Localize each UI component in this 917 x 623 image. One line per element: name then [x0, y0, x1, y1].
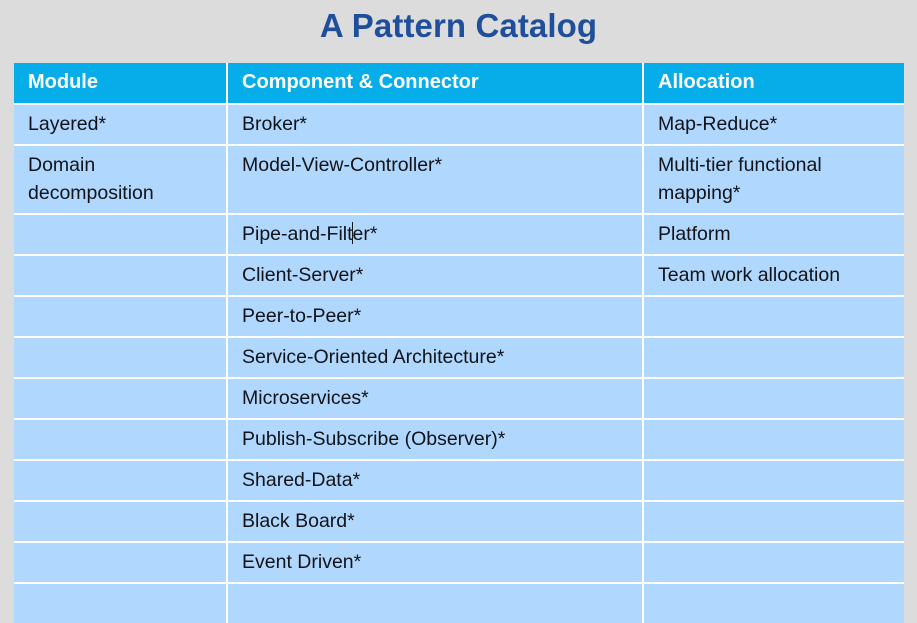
pattern-catalog-table: Module Component & Connector Allocation … — [14, 63, 904, 623]
table-row: Pipe-and-Filter* Platform — [14, 215, 904, 256]
table-cell-cc[interactable] — [228, 584, 644, 623]
table-cell-module[interactable]: Layered* — [14, 105, 228, 146]
cell-label: Layered* — [28, 113, 107, 135]
table-cell-module[interactable] — [14, 215, 228, 256]
cell-empty — [28, 589, 218, 617]
table-cell-allocation[interactable] — [644, 584, 904, 623]
cell-label: Team work allocation — [658, 264, 841, 286]
table-cell-allocation[interactable] — [644, 543, 904, 584]
table-cell-allocation[interactable] — [644, 420, 904, 461]
header-row: Module Component & Connector Allocation — [14, 63, 904, 105]
table-row: Black Board* — [14, 502, 904, 543]
cell-label: Pipe-and-Filter* — [242, 222, 378, 245]
table-cell-cc[interactable]: Shared-Data* — [228, 461, 644, 502]
cell-label: Service-Oriented Architecture* — [242, 346, 505, 368]
cell-label: Peer-to-Peer* — [242, 305, 362, 327]
table-cell-allocation[interactable]: Team work allocation — [644, 256, 904, 297]
table-cell-cc[interactable]: Event Driven* — [228, 543, 644, 584]
text-cursor-icon — [352, 222, 354, 244]
table-cell-allocation[interactable]: Multi-tier functional mapping* — [644, 146, 904, 215]
table-cell-cc[interactable]: Broker* — [228, 105, 644, 146]
table-cell-cc[interactable]: Black Board* — [228, 502, 644, 543]
column-header-component-connector[interactable]: Component & Connector — [228, 63, 644, 105]
cell-label: Publish-Subscribe (Observer)* — [242, 428, 506, 450]
cell-empty — [28, 466, 218, 494]
table-cell-cc[interactable]: Service-Oriented Architecture* — [228, 338, 644, 379]
cell-label: Microservices* — [242, 387, 369, 409]
cell-empty — [658, 466, 896, 494]
table-cell-cc[interactable]: Publish-Subscribe (Observer)* — [228, 420, 644, 461]
cell-empty — [658, 302, 896, 330]
cell-label: Domain decomposition — [28, 154, 154, 204]
table-row: Shared-Data* — [14, 461, 904, 502]
cell-empty — [658, 384, 896, 412]
table-cell-allocation[interactable] — [644, 379, 904, 420]
table-cell-allocation[interactable]: Platform — [644, 215, 904, 256]
table-row: Publish-Subscribe (Observer)* — [14, 420, 904, 461]
cell-empty — [658, 589, 896, 617]
cell-empty — [28, 343, 218, 371]
table-cell-cc[interactable]: Client-Server* — [228, 256, 644, 297]
cell-empty — [28, 220, 218, 248]
cell-label: Shared-Data* — [242, 469, 361, 491]
column-header-module[interactable]: Module — [14, 63, 228, 105]
cell-label: Platform — [658, 223, 731, 245]
table-cell-module[interactable] — [14, 502, 228, 543]
cell-label: Multi-tier functional mapping* — [658, 154, 822, 204]
table-row — [14, 584, 904, 623]
cell-label: Model-View-Controller* — [242, 154, 443, 176]
table-cell-module[interactable] — [14, 461, 228, 502]
table-cell-cc[interactable]: Model-View-Controller* — [228, 146, 644, 215]
page-title: A Pattern Catalog — [319, 7, 598, 44]
cell-empty — [28, 302, 218, 330]
table-row: Microservices* — [14, 379, 904, 420]
table-row: Domain decomposition Model-View-Controlle… — [14, 146, 904, 215]
table-cell-cc[interactable]: Pipe-and-Filter* — [228, 215, 644, 256]
cell-empty — [28, 384, 218, 412]
table-cell-module[interactable] — [14, 379, 228, 420]
cell-empty — [28, 261, 218, 289]
cell-empty — [658, 343, 896, 371]
column-header-allocation[interactable]: Allocation — [644, 63, 904, 105]
cell-empty — [28, 425, 218, 453]
table-cell-allocation[interactable] — [644, 502, 904, 543]
table-row: Client-Server* Team work allocation — [14, 256, 904, 297]
table-cell-module[interactable] — [14, 584, 228, 623]
table-cell-module[interactable] — [14, 297, 228, 338]
table-row: Peer-to-Peer* — [14, 297, 904, 338]
table-row: Event Driven* — [14, 543, 904, 584]
table-cell-allocation[interactable] — [644, 461, 904, 502]
slide-canvas: A Pattern Catalog Module Component & Con… — [0, 0, 917, 623]
cell-empty — [658, 507, 896, 535]
table-row: Layered* Broker* Map-Reduce* — [14, 105, 904, 146]
cell-empty — [28, 507, 218, 535]
table-cell-allocation[interactable] — [644, 297, 904, 338]
table-cell-module[interactable]: Domain decomposition — [14, 146, 228, 215]
table-row: Service-Oriented Architecture* — [14, 338, 904, 379]
table-cell-module[interactable] — [14, 256, 228, 297]
table-cell-cc[interactable]: Peer-to-Peer* — [228, 297, 644, 338]
table-cell-cc[interactable]: Microservices* — [228, 379, 644, 420]
cell-label: Broker* — [242, 113, 308, 135]
table-body: Layered* Broker* Map-Reduce* Domain decompo… — [14, 105, 904, 623]
table-cell-module[interactable] — [14, 543, 228, 584]
table-cell-module[interactable] — [14, 338, 228, 379]
cell-empty — [658, 425, 896, 453]
cell-empty — [242, 589, 634, 617]
table-cell-allocation[interactable]: Map-Reduce* — [644, 105, 904, 146]
table-header: Module Component & Connector Allocation — [14, 63, 904, 105]
cell-label: Client-Server* — [242, 264, 364, 286]
table-cell-allocation[interactable] — [644, 338, 904, 379]
cell-label: Black Board* — [242, 510, 355, 532]
table-cell-module[interactable] — [14, 420, 228, 461]
cell-label: Map-Reduce* — [658, 113, 778, 135]
